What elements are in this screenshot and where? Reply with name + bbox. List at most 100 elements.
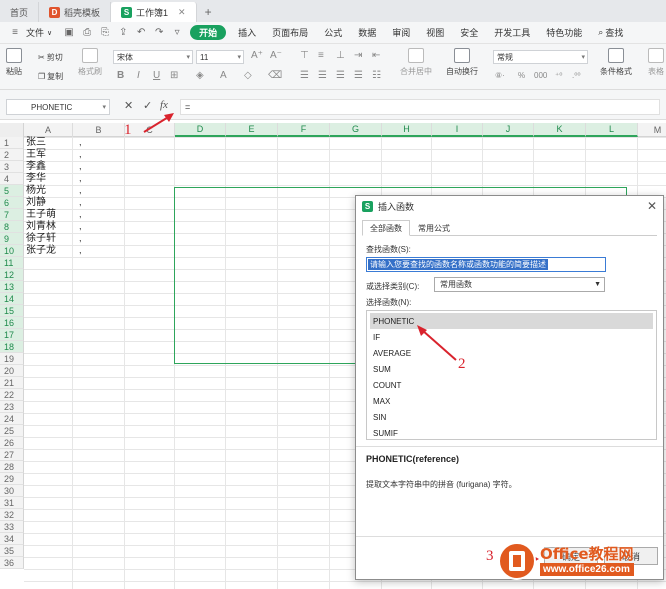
align-middle-icon[interactable]: ≡	[318, 50, 324, 61]
function-list[interactable]: PHONETIC IF AVERAGE SUM COUNT MAX SIN SUMIF	[366, 310, 657, 440]
column-header[interactable]: I	[432, 123, 483, 137]
tab-workbook[interactable]: S 工作簿1 ✕	[111, 2, 197, 22]
row-header[interactable]: 11	[0, 257, 24, 269]
cell-name[interactable]: 杨光	[26, 185, 46, 197]
border-icon[interactable]: ⊞	[170, 70, 178, 81]
menu-insert[interactable]: 插入	[230, 22, 264, 44]
indent-icon[interactable]: ⇥	[354, 50, 362, 61]
wrap-text-button[interactable]: 自动换行	[446, 48, 478, 77]
font-size-select[interactable]: 11 ▾	[196, 50, 244, 64]
thousands-icon[interactable]: 000	[534, 71, 547, 80]
distribute-icon[interactable]: ☷	[372, 70, 381, 81]
print-icon[interactable]: ⎙	[78, 27, 96, 38]
confirm-formula-icon[interactable]: ✓	[143, 99, 152, 112]
conditional-format-button[interactable]: 条件格式	[600, 48, 632, 77]
row-header[interactable]: 32	[0, 509, 24, 521]
select-all-corner[interactable]	[0, 123, 24, 137]
font-color-icon[interactable]: A	[220, 70, 227, 81]
menu-home[interactable]: 开始	[190, 25, 227, 40]
menu-file[interactable]: 文件 ∨	[24, 22, 60, 44]
row-header[interactable]: 17	[0, 329, 24, 341]
cell-separator[interactable]: ,	[79, 149, 82, 161]
cell-separator[interactable]: ,	[79, 209, 82, 221]
tab-templates[interactable]: D 稻壳模板	[39, 2, 112, 22]
undo-icon[interactable]: ↶	[132, 27, 150, 38]
row-header[interactable]: 25	[0, 425, 24, 437]
menu-formulas[interactable]: 公式	[316, 22, 350, 44]
row-header[interactable]: 21	[0, 377, 24, 389]
tab-all-functions[interactable]: 全部函数	[362, 220, 410, 236]
row-header[interactable]: 14	[0, 293, 24, 305]
percent-icon[interactable]: %	[518, 71, 525, 80]
row-header[interactable]: 6	[0, 197, 24, 209]
function-list-item[interactable]: SIN	[370, 409, 653, 425]
cell-name[interactable]: 刘青林	[26, 221, 56, 233]
row-header[interactable]: 7	[0, 209, 24, 221]
row-header[interactable]: 23	[0, 401, 24, 413]
copy-button[interactable]: ❐ 复制	[38, 71, 63, 82]
cell-separator[interactable]: ,	[79, 185, 82, 197]
column-header[interactable]: M	[638, 123, 666, 137]
row-header[interactable]: 5	[0, 185, 24, 197]
formula-input[interactable]: =	[180, 99, 660, 115]
column-header[interactable]: D	[175, 123, 226, 137]
name-box[interactable]: PHONETIC ▾	[6, 99, 110, 115]
column-header[interactable]: J	[483, 123, 534, 137]
row-header[interactable]: 30	[0, 485, 24, 497]
paste-button[interactable]: 粘贴	[6, 48, 22, 77]
align-right-icon[interactable]: ☰	[336, 70, 345, 81]
row-header[interactable]: 4	[0, 173, 24, 185]
currency-icon[interactable]: ⑧·	[495, 71, 505, 80]
cell-name[interactable]: 徐子轩	[26, 233, 56, 245]
cell-separator[interactable]: ,	[79, 161, 82, 173]
customize-icon[interactable]: ▿	[168, 27, 186, 38]
row-header[interactable]: 31	[0, 497, 24, 509]
column-header[interactable]: B	[73, 123, 125, 137]
row-header[interactable]: 20	[0, 365, 24, 377]
cell-separator[interactable]: ,	[79, 137, 82, 149]
row-header[interactable]: 34	[0, 533, 24, 545]
decrease-decimal-icon[interactable]: .⁰⁰	[572, 71, 581, 80]
bold-icon[interactable]: B	[117, 70, 124, 81]
align-center-icon[interactable]: ☰	[318, 70, 327, 81]
category-select[interactable]: 常用函数 ▼	[434, 277, 605, 292]
add-tab-icon[interactable]: +	[197, 2, 220, 22]
save-icon[interactable]: ▣	[60, 27, 78, 38]
row-header[interactable]: 13	[0, 281, 24, 293]
column-header[interactable]: L	[586, 123, 638, 137]
row-header[interactable]: 9	[0, 233, 24, 245]
row-header[interactable]: 1	[0, 137, 24, 149]
cell-separator[interactable]: ,	[79, 233, 82, 245]
increase-font-icon[interactable]: A⁺	[251, 50, 263, 61]
decrease-font-icon[interactable]: A⁻	[270, 50, 282, 61]
row-header[interactable]: 27	[0, 449, 24, 461]
justify-icon[interactable]: ☰	[354, 70, 363, 81]
cell-separator[interactable]: ,	[79, 245, 82, 257]
cell-name[interactable]: 李鑫	[26, 161, 46, 173]
function-list-item[interactable]: COUNT	[370, 377, 653, 393]
row-header[interactable]: 15	[0, 305, 24, 317]
row-header[interactable]: 24	[0, 413, 24, 425]
row-header[interactable]: 12	[0, 269, 24, 281]
align-top-icon[interactable]: ⊤	[300, 50, 309, 61]
row-header[interactable]: 28	[0, 461, 24, 473]
clear-format-icon[interactable]: ◇	[244, 70, 252, 81]
menu-features[interactable]: 特色功能	[538, 22, 590, 44]
cell-name[interactable]: 王军	[26, 149, 46, 161]
close-icon[interactable]: ✕	[178, 7, 186, 18]
font-name-select[interactable]: 宋体 ▾	[113, 50, 193, 64]
cell-name[interactable]: 王子萌	[26, 209, 56, 221]
column-header[interactable]: G	[330, 123, 382, 137]
number-format-select[interactable]: 常规 ▾	[493, 50, 588, 64]
close-icon[interactable]: ✕	[647, 199, 657, 213]
row-header[interactable]: 35	[0, 545, 24, 557]
menu-data[interactable]: 数据	[350, 22, 384, 44]
cell-separator[interactable]: ,	[79, 221, 82, 233]
hamburger-icon[interactable]: ≡	[6, 27, 24, 38]
row-header[interactable]: 2	[0, 149, 24, 161]
underline-icon[interactable]: U	[153, 70, 160, 81]
format-painter-button[interactable]: 格式刷	[78, 48, 102, 77]
column-header[interactable]: A	[24, 123, 73, 137]
row-header[interactable]: 36	[0, 557, 24, 569]
cell-name[interactable]: 李华	[26, 173, 46, 185]
